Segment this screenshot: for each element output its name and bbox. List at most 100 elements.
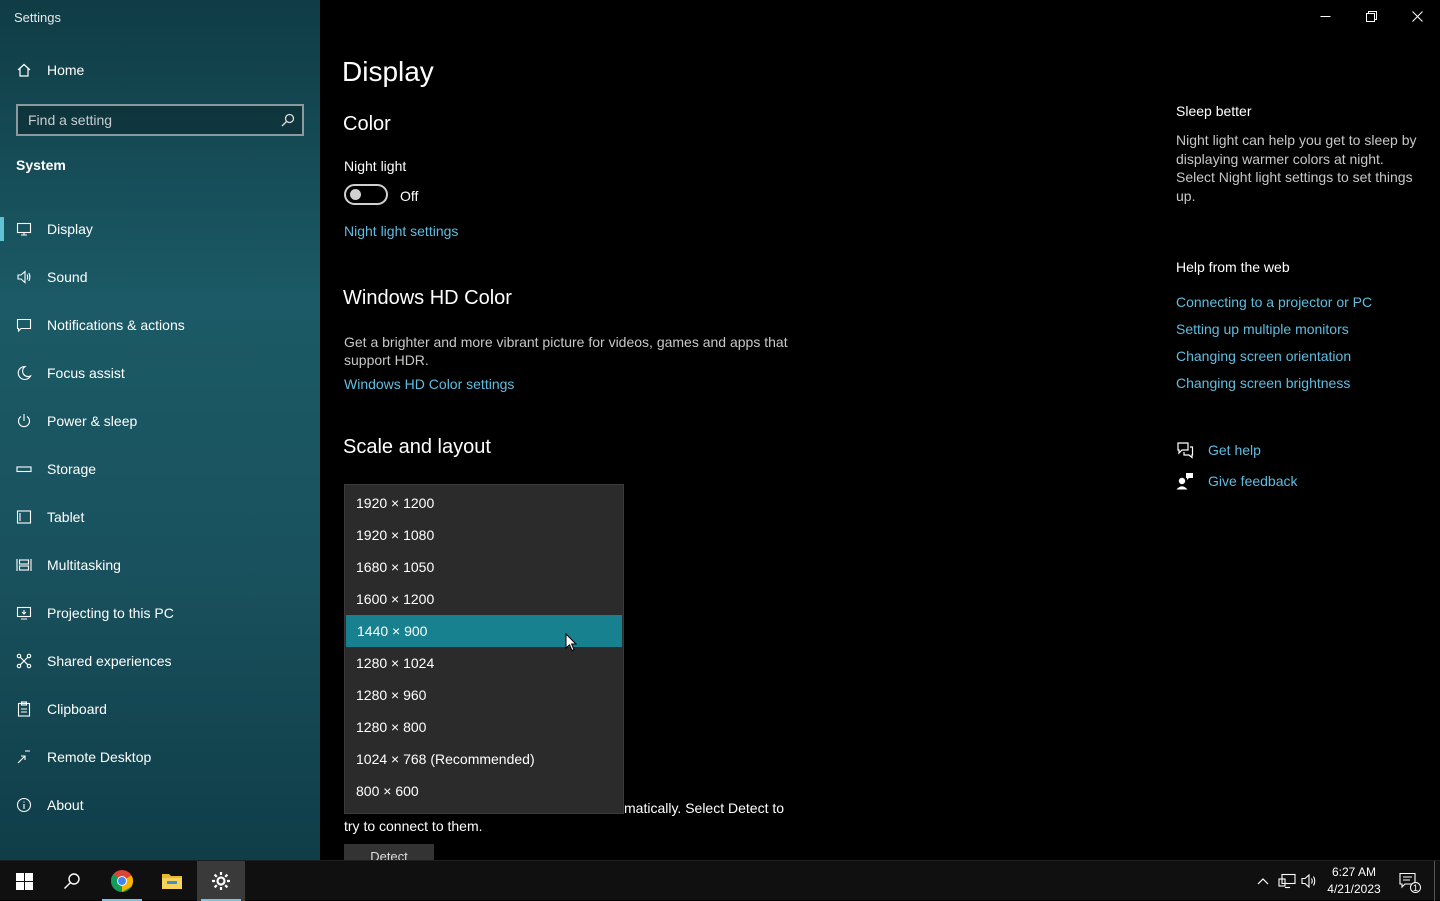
get-help-link[interactable]: Get help xyxy=(1176,441,1261,459)
hdr-heading: Windows HD Color xyxy=(343,287,512,309)
sidebar-item-power-sleep[interactable]: Power & sleep xyxy=(0,397,320,445)
shared-icon xyxy=(16,653,32,669)
help-link-projector[interactable]: Connecting to a projector or PC xyxy=(1176,294,1372,310)
projecting-icon xyxy=(16,605,32,621)
storage-icon xyxy=(16,461,32,477)
night-light-state: Off xyxy=(400,188,419,204)
toggle-knob xyxy=(350,189,361,200)
speaker-icon xyxy=(16,269,32,285)
night-light-toggle[interactable] xyxy=(344,184,388,205)
close-button[interactable] xyxy=(1394,0,1440,32)
resolution-option[interactable]: 1680 × 1050 xyxy=(345,551,623,583)
start-button[interactable] xyxy=(0,861,48,901)
sidebar-item-label: Sound xyxy=(47,269,88,285)
resolution-option[interactable]: 1600 × 1200 xyxy=(345,583,623,615)
resolution-option[interactable]: 1920 × 1080 xyxy=(345,519,623,551)
night-light-label: Night light xyxy=(344,158,407,174)
gear-icon xyxy=(212,872,230,890)
search-input[interactable] xyxy=(18,112,274,128)
resolution-option-selected[interactable]: 1440 × 900 xyxy=(346,615,622,647)
search-box[interactable] xyxy=(16,104,304,136)
info-icon xyxy=(16,797,32,813)
multitasking-icon xyxy=(16,557,32,573)
help-link-multiple-monitors[interactable]: Setting up multiple monitors xyxy=(1176,321,1349,337)
show-desktop-button[interactable] xyxy=(1434,861,1440,901)
minimize-button[interactable] xyxy=(1302,0,1348,32)
taskbar-clock[interactable]: 6:27 AM 4/21/2023 xyxy=(1322,864,1386,898)
resolution-option[interactable]: 1920 × 1200 xyxy=(345,487,623,519)
resolution-option[interactable]: 1280 × 960 xyxy=(345,679,623,711)
sidebar-item-label: Clipboard xyxy=(47,701,107,717)
night-light-settings-link[interactable]: Night light settings xyxy=(344,223,458,239)
sidebar-item-label: Focus assist xyxy=(47,365,125,381)
sidebar-item-notifications[interactable]: Notifications & actions xyxy=(0,301,320,349)
restore-button[interactable] xyxy=(1348,0,1394,32)
home-icon xyxy=(17,63,31,77)
section-title-system: System xyxy=(16,157,66,173)
chevron-up-icon xyxy=(1257,878,1269,885)
give-feedback-label: Give feedback xyxy=(1208,473,1298,489)
help-link-brightness[interactable]: Changing screen brightness xyxy=(1176,375,1350,391)
volume-icon xyxy=(1301,873,1316,889)
resolution-dropdown-list[interactable]: 1920 × 1200 1920 × 1080 1680 × 1050 1600… xyxy=(344,484,624,814)
sidebar-item-label: Display xyxy=(47,221,93,237)
scale-layout-heading: Scale and layout xyxy=(343,436,491,458)
sidebar-item-about[interactable]: About xyxy=(0,781,320,829)
resolution-option[interactable]: 1024 × 768 (Recommended) xyxy=(345,743,623,775)
feedback-icon xyxy=(1176,473,1193,490)
action-center-button[interactable]: 1 xyxy=(1396,861,1422,901)
home-label: Home xyxy=(47,62,85,78)
sidebar-item-focus-assist[interactable]: Focus assist xyxy=(0,349,320,397)
remote-desktop-icon xyxy=(16,749,32,765)
sidebar: Settings Home System Display Sound Notif… xyxy=(0,0,320,860)
get-help-label: Get help xyxy=(1208,442,1261,458)
settings-taskbar-button[interactable] xyxy=(197,861,245,901)
sidebar-item-shared-experiences[interactable]: Shared experiences xyxy=(0,637,320,685)
search-icon[interactable] xyxy=(274,113,302,127)
give-feedback-link[interactable]: Give feedback xyxy=(1176,472,1298,490)
sidebar-item-sound[interactable]: Sound xyxy=(0,253,320,301)
tablet-icon xyxy=(16,509,32,525)
resolution-option[interactable]: 1280 × 800 xyxy=(345,711,623,743)
notification-icon xyxy=(16,317,32,333)
hdr-description: Get a brighter and more vibrant picture … xyxy=(344,334,788,368)
sidebar-item-label: Shared experiences xyxy=(47,653,172,669)
show-hidden-icons-button[interactable] xyxy=(1252,861,1274,901)
network-tray-button[interactable] xyxy=(1276,861,1298,901)
clock-date: 4/21/2023 xyxy=(1327,882,1381,896)
search-icon xyxy=(64,873,80,889)
volume-tray-button[interactable] xyxy=(1299,861,1321,901)
sidebar-item-remote-desktop[interactable]: Remote Desktop xyxy=(0,733,320,781)
sidebar-nav: Display Sound Notifications & actions Fo… xyxy=(0,205,320,829)
file-explorer-taskbar-button[interactable] xyxy=(148,861,196,901)
sidebar-item-label: Notifications & actions xyxy=(47,317,185,333)
multiple-displays-text-tail: matically. Select Detect to xyxy=(624,800,785,816)
sidebar-item-storage[interactable]: Storage xyxy=(0,445,320,493)
sleep-better-title: Sleep better xyxy=(1176,103,1252,119)
notification-count-badge: 1 xyxy=(1410,882,1421,893)
folder-icon xyxy=(162,874,182,889)
help-link-orientation[interactable]: Changing screen orientation xyxy=(1176,348,1351,364)
sidebar-item-projecting[interactable]: Projecting to this PC xyxy=(0,589,320,637)
sidebar-item-label: Tablet xyxy=(47,509,85,525)
window-controls xyxy=(1302,0,1440,32)
get-help-icon xyxy=(1177,442,1194,459)
sidebar-item-label: Storage xyxy=(47,461,97,477)
network-icon xyxy=(1278,873,1296,889)
mouse-cursor-icon xyxy=(565,633,577,652)
taskbar-search-button[interactable] xyxy=(48,861,96,901)
chrome-taskbar-button[interactable] xyxy=(98,861,146,901)
sidebar-item-clipboard[interactable]: Clipboard xyxy=(0,685,320,733)
app-title: Settings xyxy=(14,10,61,25)
resolution-option[interactable]: 800 × 600 xyxy=(345,775,623,807)
sidebar-item-display[interactable]: Display xyxy=(0,205,320,253)
moon-icon xyxy=(16,365,32,381)
sidebar-item-label: Projecting to this PC xyxy=(47,605,174,621)
sidebar-item-multitasking[interactable]: Multitasking xyxy=(0,541,320,589)
resolution-option[interactable]: 1280 × 1024 xyxy=(345,647,623,679)
sidebar-home[interactable]: Home xyxy=(16,62,84,78)
hdr-settings-link[interactable]: Windows HD Color settings xyxy=(344,376,514,392)
sidebar-item-tablet[interactable]: Tablet xyxy=(0,493,320,541)
page-title: Display xyxy=(342,56,434,87)
sidebar-item-label: Power & sleep xyxy=(47,413,138,429)
